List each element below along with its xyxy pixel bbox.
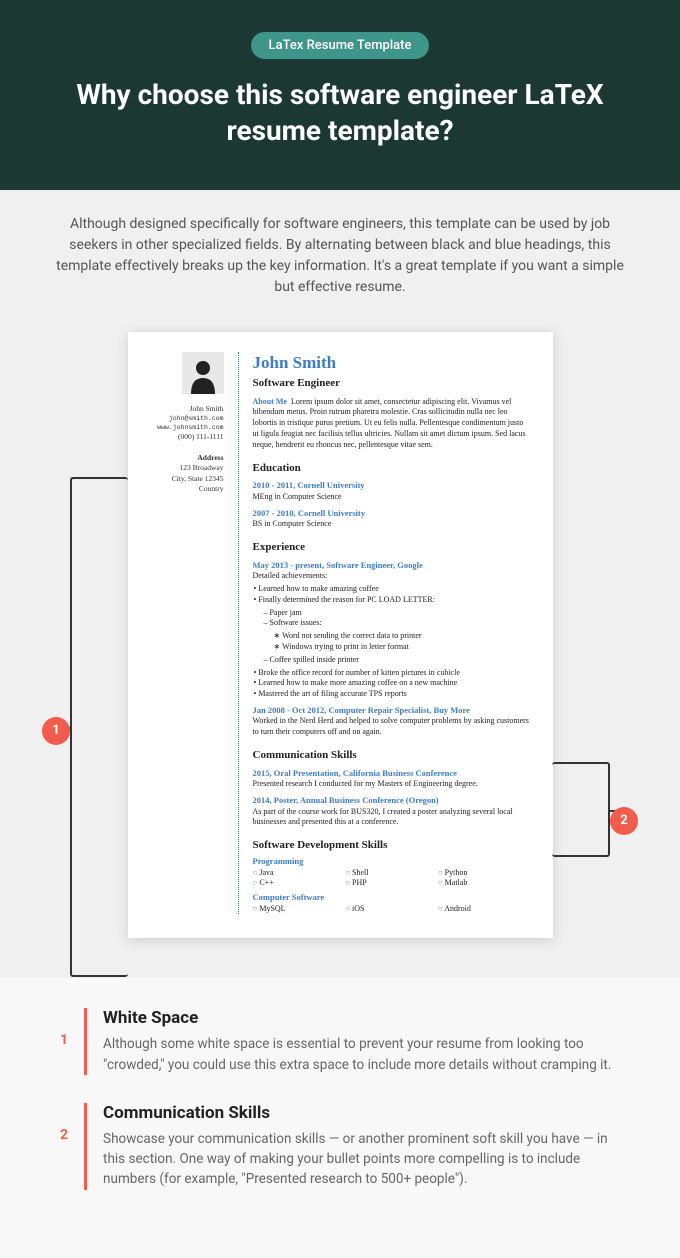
intro-text: Although designed specifically for softw… [0,190,680,322]
side-web: www.johnsmith.com [146,423,224,432]
resume-main: John Smith Software Engineer About Me Lo… [238,352,531,915]
comm1-body: Presented research I conducted for my Ma… [253,779,531,790]
callout-marker-1: 1 [42,717,70,745]
exp1-sub: Detailed achievements: [253,571,531,582]
edu1-title: 2010 - 2011, Cornell University [253,480,531,491]
note-title: White Space [103,1008,620,1028]
experience-hdr: Experience [253,540,531,555]
note-1: 1 White Space Although some white space … [60,1008,620,1075]
resume-role: Software Engineer [253,376,531,391]
side-addr2: City, State 12345 [146,474,224,485]
resume-sidebar: John Smith john@smith.com www.johnsmith.… [146,352,224,915]
side-address-hdr: Address [146,453,224,464]
comm2-title: 2014, Poster, Annual Business Conference… [253,795,531,806]
comm2-body: As part of the course work for BUS320, I… [253,807,531,829]
exp2-body: Worked in the Nerd Herd and helped to so… [253,716,531,738]
bullet: Finally determined the reason for PC LOA… [263,595,531,666]
note-num: 1 [60,1008,68,1075]
exp2-title: Jan 2008 - Oct 2012, Computer Repair Spe… [253,705,531,716]
edu2-title: 2007 - 2010, Cornell University [253,508,531,519]
side-addr3: Country [146,484,224,495]
side-addr1: 123 Broadway [146,463,224,474]
category-pill: LaTex Resume Template [251,32,430,59]
side-name: John Smith [146,404,224,415]
note-text: Although some white space is essential t… [103,1034,620,1075]
callout-bracket-2 [552,762,610,857]
note-text: Showcase your communication skills — or … [103,1129,620,1190]
skill: Shell [345,868,438,879]
header: LaTex Resume Template Why choose this so… [0,0,680,190]
resume-name: John Smith [253,352,531,375]
skill: Java [253,868,346,879]
about-text: Lorem ipsum dolor sit amet, consectetur … [253,397,526,449]
callout-marker-2: 2 [610,807,638,835]
bullet: Learned how to make more amazing coffee … [263,678,531,689]
comm1-title: 2015, Oral Presentation, California Busi… [253,768,531,779]
edu1-body: MEng in Computer Science [253,492,531,503]
note-title: Communication Skills [103,1103,620,1123]
skill: C++ [253,878,346,889]
bullet: Mastered the art of filing accurate TPS … [263,689,531,700]
bullet: Broke the office record for number of ki… [263,668,531,679]
bullet: Paper jam [273,608,531,619]
bullet: Windows trying to print in letter format [283,642,531,653]
bullet: Coffee spilled inside printer [273,655,531,666]
skill: iOS [345,904,438,915]
edu2-body: BS in Computer Science [253,519,531,530]
callout-bracket-1 [70,477,128,977]
prog-hdr: Programming [253,856,531,867]
bullet: Word not sending the correct data to pri… [283,631,531,642]
dev-hdr: Software Development Skills [253,838,531,853]
avatar-icon [182,352,224,394]
comm-hdr: Communication Skills [253,748,531,763]
note-2: 2 Communication Skills Showcase your com… [60,1103,620,1190]
side-email: john@smith.com [146,414,224,423]
notes-section: 1 White Space Although some white space … [0,978,680,1257]
skill: Matlab [438,878,531,889]
resume-stage: 1 2 John Smith john@smith.com www.johnsm… [0,322,680,979]
skill: MySQL [253,904,346,915]
page-title: Why choose this software engineer LaTeX … [40,77,640,150]
skill: PHP [345,878,438,889]
note-num: 2 [60,1103,68,1190]
side-phone: (000) 111-1111 [146,432,224,443]
bullet: Learned how to make amazing coffee [263,584,531,595]
resume-sheet: John Smith john@smith.com www.johnsmith.… [128,332,553,939]
skill: Android [438,904,531,915]
exp1-title: May 2013 - present, Software Engineer, G… [253,560,531,571]
skill: Python [438,868,531,879]
bullet: Software issues: Word not sending the co… [273,618,531,652]
education-hdr: Education [253,461,531,476]
sw-hdr: Computer Software [253,892,531,903]
about-hdr: About Me [253,397,287,406]
